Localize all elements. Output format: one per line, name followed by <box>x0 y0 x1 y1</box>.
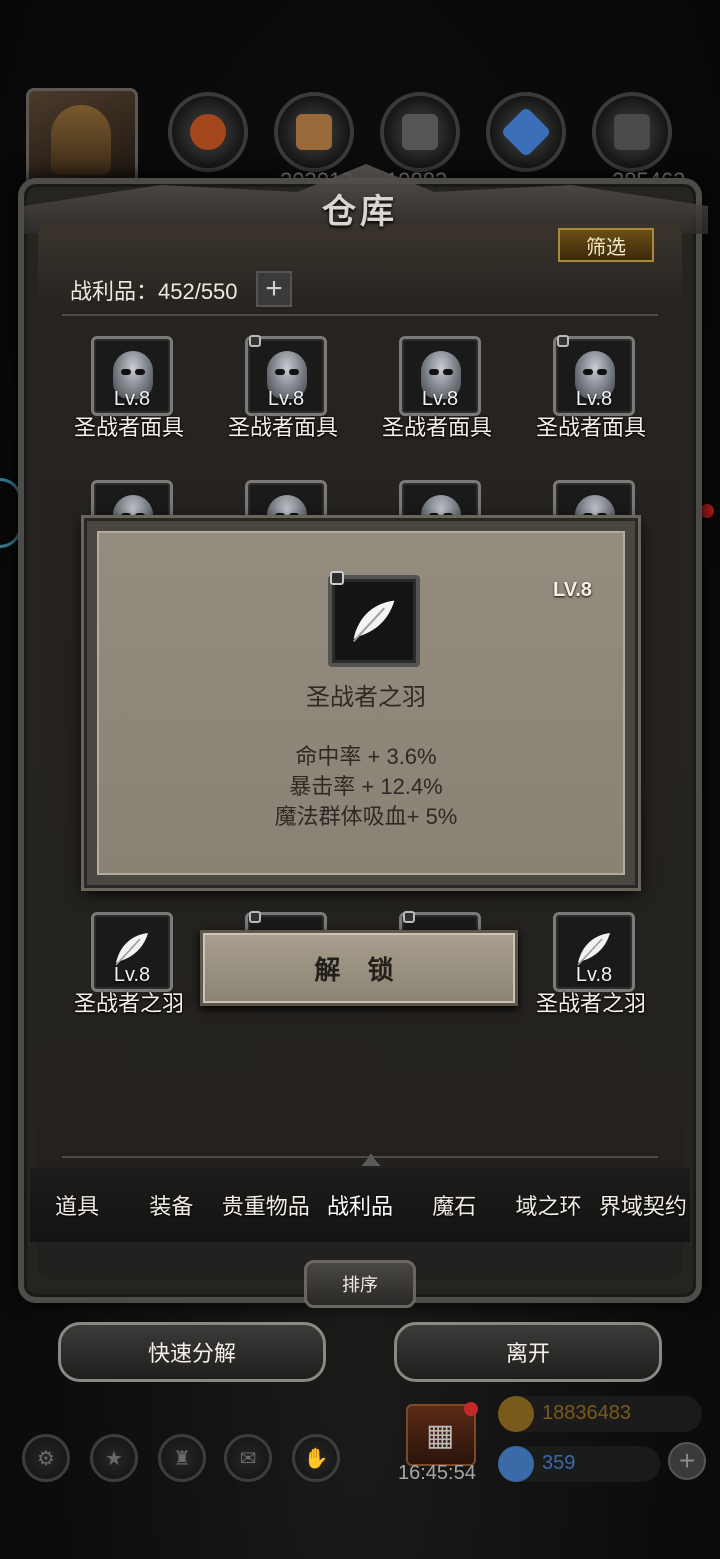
item-detail-popup: LV.8 圣战者之羽 命中率 + 3.6% 暴击率 + 12.4% 魔法群体吸血… <box>84 518 638 888</box>
page-title: 仓库 <box>322 192 398 232</box>
item-name: 圣战者面具 <box>73 415 184 440</box>
item-name: 圣战者之羽 <box>535 991 646 1016</box>
feather-icon <box>352 600 395 643</box>
item-name: 圣战者面具 <box>227 415 338 440</box>
item-level: Lv.8 <box>575 388 613 410</box>
notification-dot <box>700 504 714 518</box>
handshake-icon[interactable]: ✋ <box>292 1434 340 1482</box>
item-name: 圣战者之羽 <box>73 991 184 1016</box>
filter-button[interactable]: 筛选 <box>558 228 654 262</box>
item-level: Lv.8 <box>267 388 305 410</box>
lock-icon <box>249 335 261 347</box>
quick-decompose-button[interactable]: 快速分解 <box>58 1322 326 1382</box>
gift-chest-button[interactable]: ▦ <box>406 1402 478 1466</box>
expand-capacity-button[interactable]: + <box>256 271 292 307</box>
notification-dot <box>464 1402 478 1416</box>
meat-icon[interactable] <box>168 92 248 172</box>
star-icon[interactable]: ★ <box>90 1434 138 1482</box>
detail-card: LV.8 圣战者之羽 命中率 + 3.6% 暴击率 + 12.4% 魔法群体吸血… <box>97 531 625 875</box>
stat-line: 暴击率 + 12.4% <box>289 774 443 799</box>
capacity-label: 战利品：452/550 <box>70 279 238 304</box>
hero-portrait[interactable] <box>26 88 138 188</box>
gold-icon <box>498 1396 534 1432</box>
item-slot[interactable]: Lv.8 圣战者面具 <box>208 335 358 446</box>
hero-avatar <box>51 105 111 175</box>
stat-line: 魔法群体吸血+ 5% <box>274 804 458 829</box>
add-currency-button[interactable]: + <box>668 1442 706 1480</box>
category-tabs: 道具 装备 贵重物品 战利品 魔石 域之环 界域契约 <box>30 1168 690 1242</box>
tab-items[interactable]: 道具 <box>30 1189 124 1221</box>
diamond-icon <box>498 1446 534 1482</box>
detail-item-slot <box>328 571 420 667</box>
tab-domain-ring[interactable]: 域之环 <box>501 1189 595 1221</box>
top-divider <box>62 314 658 316</box>
item-level: Lv.8 <box>113 964 151 986</box>
item-slot[interactable]: Lv.8 圣战者面具 <box>362 336 512 446</box>
leave-button[interactable]: 离开 <box>394 1322 662 1382</box>
diamond-amount: 359 <box>542 1452 576 1474</box>
item-slot[interactable]: Lv.8 圣战者之羽 <box>54 912 204 1022</box>
lock-icon <box>403 911 415 923</box>
crystal-icon[interactable] <box>486 92 566 172</box>
chest-timer: 16:45:54 <box>398 1462 476 1484</box>
detail-level: LV.8 <box>553 579 592 601</box>
item-level: Lv.8 <box>113 388 151 410</box>
tab-equipment[interactable]: 装备 <box>124 1189 218 1221</box>
item-slot[interactable]: Lv.8 圣战者面具 <box>54 336 204 446</box>
stat-line: 命中率 + 3.6% <box>295 744 437 769</box>
item-name: 圣战者面具 <box>535 415 646 440</box>
tab-magic-stone[interactable]: 魔石 <box>407 1189 501 1221</box>
unlock-button[interactable]: 解 锁 <box>200 930 518 1006</box>
item-name: 圣战者面具 <box>381 415 492 440</box>
item-slot[interactable]: Lv.8 圣战者之羽 <box>516 912 666 1022</box>
tab-valuables[interactable]: 贵重物品 <box>219 1189 313 1221</box>
gift-icon: ▦ <box>426 1419 455 1452</box>
tab-realm-contract[interactable]: 界域契约 <box>596 1189 690 1221</box>
sort-button[interactable]: 排序 <box>304 1260 416 1308</box>
item-level: Lv.8 <box>421 388 459 410</box>
iron-icon[interactable] <box>380 92 460 172</box>
tab-loot[interactable]: 战利品 <box>313 1189 407 1221</box>
lock-icon <box>330 571 344 585</box>
stone-icon[interactable] <box>592 92 672 172</box>
item-level: Lv.8 <box>575 964 613 986</box>
lock-icon <box>249 911 261 923</box>
diamond-counter: 359 <box>498 1446 660 1482</box>
bottom-divider <box>62 1156 658 1158</box>
guild-icon[interactable]: ♜ <box>158 1434 206 1482</box>
gold-counter: 18836483 <box>498 1396 702 1432</box>
item-slot[interactable]: Lv.8 圣战者面具 <box>516 335 666 446</box>
lock-icon <box>557 335 569 347</box>
mail-icon[interactable]: ✉ <box>224 1434 272 1482</box>
gold-amount: 18836483 <box>542 1402 631 1424</box>
settings-icon[interactable]: ⚙ <box>22 1434 70 1482</box>
detail-item-name: 圣战者之羽 <box>306 684 426 711</box>
wood-icon[interactable] <box>274 92 354 172</box>
